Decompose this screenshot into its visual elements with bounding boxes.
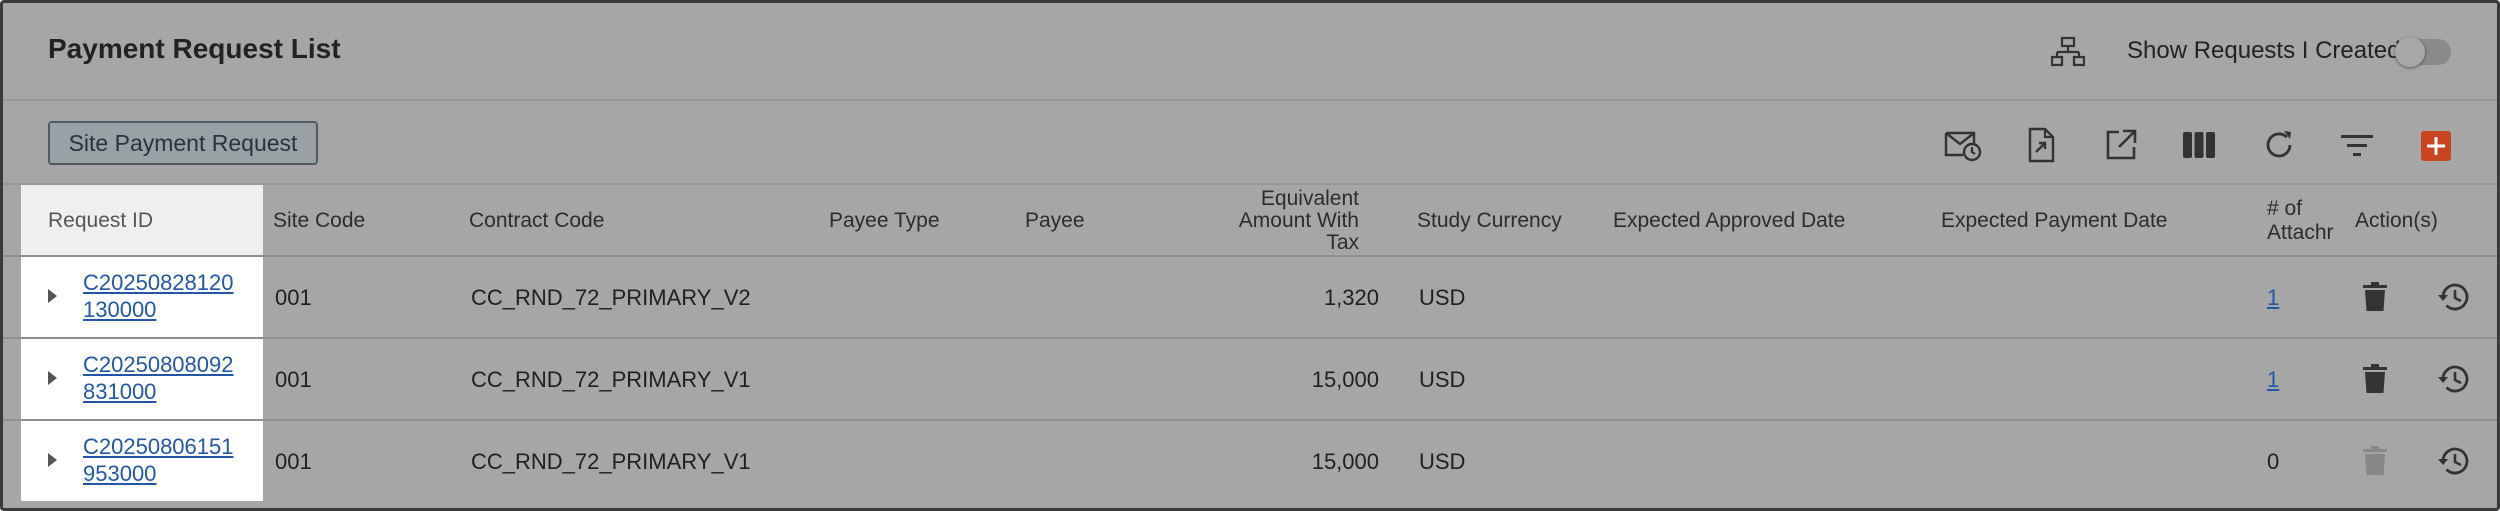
site-payment-request-button[interactable]: Site Payment Request: [48, 121, 318, 165]
column-header-contract-code[interactable]: Contract Code: [469, 209, 604, 233]
columns-icon[interactable]: [2179, 127, 2219, 163]
refresh-icon[interactable]: [2259, 127, 2299, 163]
contract-code-cell: CC_RND_72_PRIMARY_V2: [471, 285, 751, 310]
show-my-requests-toggle[interactable]: [2395, 37, 2451, 67]
history-icon[interactable]: [2435, 361, 2471, 397]
scheduled-mail-icon[interactable]: [1943, 127, 1983, 163]
attachments-count: 0: [2267, 449, 2280, 474]
contract-code-cell: CC_RND_72_PRIMARY_V1: [471, 367, 751, 392]
history-icon[interactable]: [2435, 279, 2471, 315]
column-header-payee-type[interactable]: Payee Type: [829, 209, 940, 233]
site-code-cell: 001: [275, 367, 312, 392]
expand-caret-icon[interactable]: [48, 453, 57, 467]
column-header-equivalent-amount[interactable]: Equivalent Amount With Tax: [1183, 188, 1359, 254]
table-header: Request ID Site Code Contract Code Payee…: [3, 183, 2497, 257]
amount-cell: 15,000: [1311, 449, 1379, 474]
export-file-icon[interactable]: [2021, 127, 2061, 163]
column-header-actions: Action(s): [2355, 209, 2438, 232]
contract-code-cell: CC_RND_72_PRIMARY_V1: [471, 449, 751, 474]
request-id-link[interactable]: C20250806151953000: [83, 433, 243, 487]
delete-icon[interactable]: [2357, 361, 2393, 397]
add-icon[interactable]: [2421, 131, 2451, 161]
payment-request-panel: Payment Request List Show Requests I Cre…: [0, 0, 2500, 511]
column-header-study-currency[interactable]: Study Currency: [1417, 209, 1562, 233]
expand-caret-icon[interactable]: [48, 371, 57, 385]
column-header-attachments[interactable]: # of Attachr: [2267, 197, 2337, 245]
column-header-request-id[interactable]: Request ID: [21, 185, 263, 255]
table-row: C20250828120130000 001 CC_RND_72_PRIMARY…: [3, 257, 2497, 339]
header-divider: [3, 99, 2497, 101]
column-header-site-code[interactable]: Site Code: [273, 209, 365, 233]
show-my-requests-label: Show Requests I Created: [2127, 37, 2401, 64]
delete-icon[interactable]: [2357, 279, 2393, 315]
table-row: C20250806151953000 001 CC_RND_72_PRIMARY…: [3, 421, 2497, 503]
column-header-expected-payment-date[interactable]: Expected Payment Date: [1941, 209, 2167, 233]
site-code-cell: 001: [275, 449, 312, 474]
table-row: C20250808092831000 001 CC_RND_72_PRIMARY…: [3, 339, 2497, 421]
attachments-link[interactable]: 1: [2267, 367, 2279, 392]
currency-cell: USD: [1419, 367, 1466, 392]
panel-header: Payment Request List Show Requests I Cre…: [3, 3, 2497, 99]
amount-cell: 15,000: [1311, 367, 1379, 392]
currency-cell: USD: [1419, 449, 1466, 474]
open-external-icon[interactable]: [2101, 127, 2141, 163]
column-header-payee[interactable]: Payee: [1025, 209, 1085, 233]
page-title: Payment Request List: [48, 33, 341, 64]
request-id-link[interactable]: C20250808092831000: [83, 351, 243, 405]
filter-icon[interactable]: [2337, 127, 2377, 163]
expand-caret-icon[interactable]: [48, 289, 57, 303]
hierarchy-icon[interactable]: [2050, 36, 2086, 68]
attachments-link[interactable]: 1: [2267, 285, 2279, 310]
site-code-cell: 001: [275, 285, 312, 310]
history-icon[interactable]: [2435, 443, 2471, 479]
toggle-knob: [2395, 37, 2425, 67]
request-id-link[interactable]: C20250828120130000: [83, 269, 243, 323]
delete-icon: [2357, 443, 2393, 479]
column-header-expected-approved-date[interactable]: Expected Approved Date: [1613, 209, 1845, 233]
amount-cell: 1,320: [1323, 285, 1379, 310]
currency-cell: USD: [1419, 285, 1466, 310]
